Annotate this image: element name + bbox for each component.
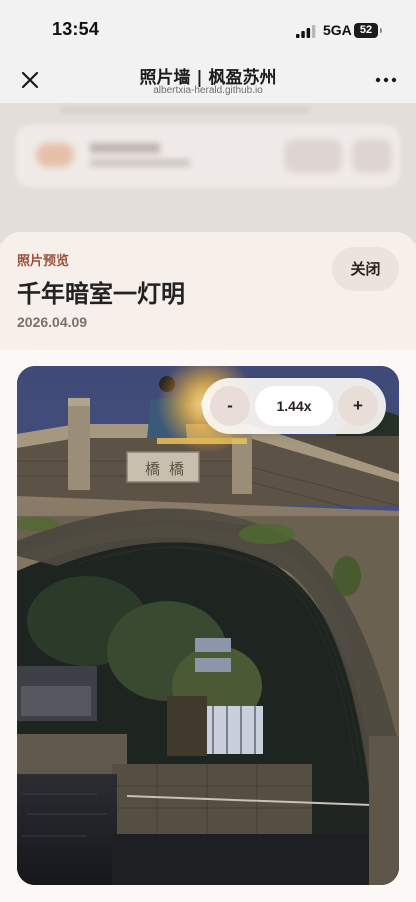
sheet-header: 照片预览 千年暗室一灯明 2026.04.09 关闭: [0, 232, 416, 350]
battery-level: 52: [359, 24, 373, 36]
zoom-in-button[interactable]: +: [338, 386, 378, 426]
status-time: 13:54: [52, 19, 100, 39]
zoom-out-button[interactable]: -: [210, 386, 250, 426]
background-card: [16, 125, 400, 187]
photo-title: 千年暗室一灯明: [17, 279, 185, 308]
more-icon[interactable]: [374, 70, 398, 90]
close-button[interactable]: 关闭: [332, 247, 399, 291]
status-bar: 13:54 5GA 52: [0, 0, 416, 58]
photo-preview-sheet: 照片预览 千年暗室一灯明 2026.04.09 关闭 橋 橋 - 1.44x +: [0, 232, 416, 902]
browser-nav-bar: 照片墙 | 枫盈苏州 albertxia-herald.github.io: [0, 58, 416, 103]
background-content: [0, 103, 416, 243]
sheet-eyebrow: 照片预览: [17, 254, 70, 269]
svg-text:橋: 橋: [145, 460, 160, 478]
photo-image[interactable]: 橋 橋: [17, 366, 399, 885]
svg-text:橋: 橋: [169, 460, 184, 478]
photo-wall-page: 13:54 5GA 52 照片墙 | 枫盈苏州 albertxia-herald…: [0, 0, 416, 902]
zoom-control: - 1.44x +: [202, 378, 386, 434]
signal-icon: [296, 25, 316, 38]
battery-icon: 52: [354, 23, 382, 38]
zoom-level: 1.44x: [255, 386, 333, 426]
photo-date: 2026.04.09: [17, 314, 88, 330]
page-url: albertxia-herald.github.io: [153, 85, 263, 96]
network-label: 5GA: [323, 22, 352, 38]
